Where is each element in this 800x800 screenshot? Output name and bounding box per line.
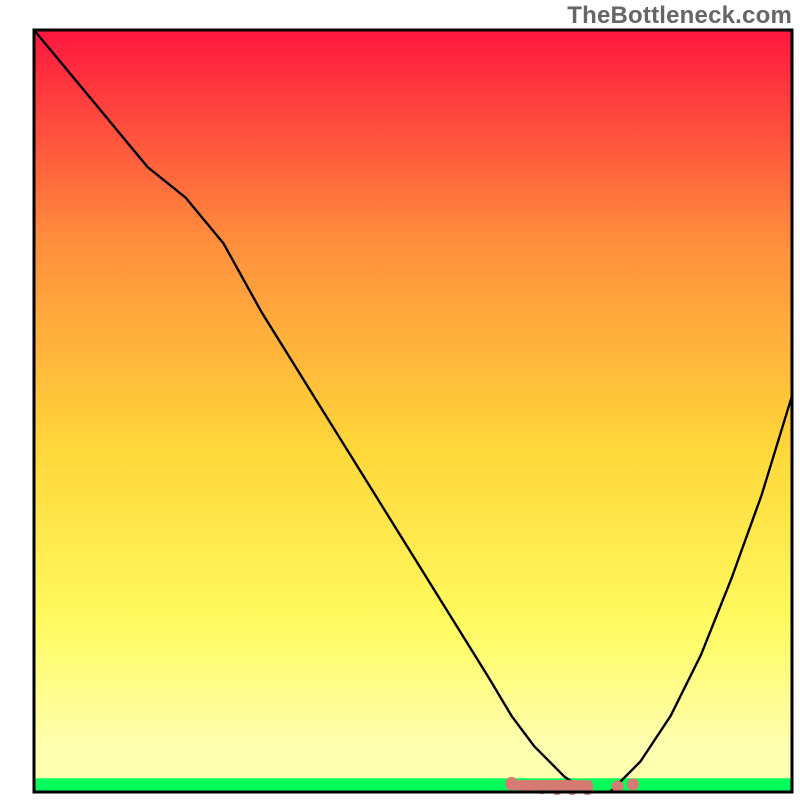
minimum-marker-band bbox=[506, 780, 594, 790]
minimum-marker bbox=[506, 777, 518, 789]
minimum-marker bbox=[627, 778, 639, 790]
green-bottom-band bbox=[34, 778, 792, 792]
bottleneck-chart bbox=[0, 0, 800, 800]
plot-background bbox=[34, 30, 792, 792]
watermark-text: TheBottleneck.com bbox=[567, 2, 792, 30]
chart-frame: TheBottleneck.com bbox=[0, 0, 800, 800]
